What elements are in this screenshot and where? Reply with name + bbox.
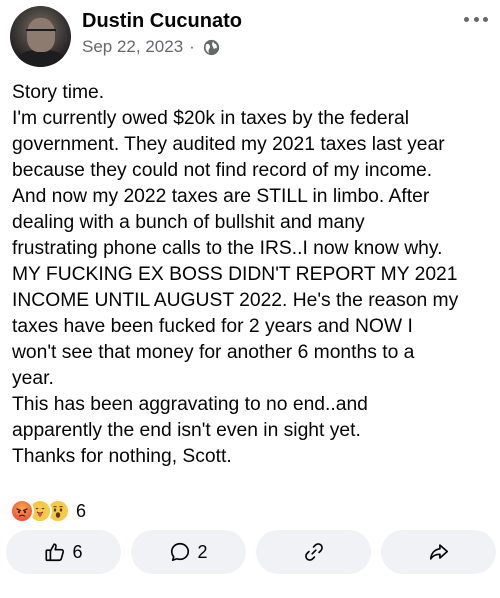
post-line: I'm currently owed $20k in taxes by the … xyxy=(12,108,410,129)
avatar[interactable] xyxy=(10,6,71,67)
globe-icon xyxy=(203,39,219,55)
post-line: MY FUCKING EX BOSS DIDN'T REPORT MY 2021 xyxy=(12,264,458,285)
post-line: government. They audited my 2021 taxes l… xyxy=(12,134,445,155)
reaction-count: 6 xyxy=(76,500,87,521)
post-line: Story time. xyxy=(12,82,105,103)
share-button[interactable] xyxy=(381,530,496,574)
post-meta: Sep 22, 2023 · xyxy=(82,37,220,57)
more-options-icon[interactable] xyxy=(464,14,488,24)
post-line: year. xyxy=(12,368,54,389)
copy-link-button[interactable] xyxy=(256,530,371,574)
action-bar: 6 2 xyxy=(6,530,496,574)
author-name[interactable]: Dustin Cucunato xyxy=(82,10,242,33)
comment-icon xyxy=(171,542,190,562)
thumbs-up-icon xyxy=(45,543,65,562)
post-line: Thanks for nothing, Scott. xyxy=(12,446,232,467)
post-line: frustrating phone calls to the IRS..I no… xyxy=(12,238,443,259)
post-line: dealing with a bunch of bullshit and man… xyxy=(12,212,365,233)
comment-button[interactable]: 2 xyxy=(131,530,246,574)
angry-emoji-icon xyxy=(10,499,34,523)
post-line: because they could not find record of my… xyxy=(12,160,433,181)
post-header: Dustin Cucunato Sep 22, 2023 · xyxy=(0,0,500,72)
meta-separator: · xyxy=(189,37,195,56)
link-icon xyxy=(304,543,323,561)
post-line: apparently the end isn't even in sight y… xyxy=(12,420,361,441)
like-count: 6 xyxy=(72,541,83,562)
like-button[interactable]: 6 xyxy=(6,530,121,574)
post-line: This has been aggravating to no end..and xyxy=(12,394,368,415)
post-text: Story time. I'm currently owed $20k in t… xyxy=(12,80,496,470)
post-line: won't see that money for another 6 month… xyxy=(12,342,415,363)
post-line: taxes have been fucked for 2 years and N… xyxy=(12,316,413,337)
post-line: INCOME UNTIL AUGUST 2022. He's the reaso… xyxy=(12,290,459,311)
reaction-summary[interactable]: 6 xyxy=(10,498,86,524)
share-icon xyxy=(429,544,448,560)
post-date[interactable]: Sep 22, 2023 xyxy=(82,37,183,57)
post-line: And now my 2022 taxes are STILL in limbo… xyxy=(12,186,430,207)
comment-count: 2 xyxy=(197,541,208,562)
